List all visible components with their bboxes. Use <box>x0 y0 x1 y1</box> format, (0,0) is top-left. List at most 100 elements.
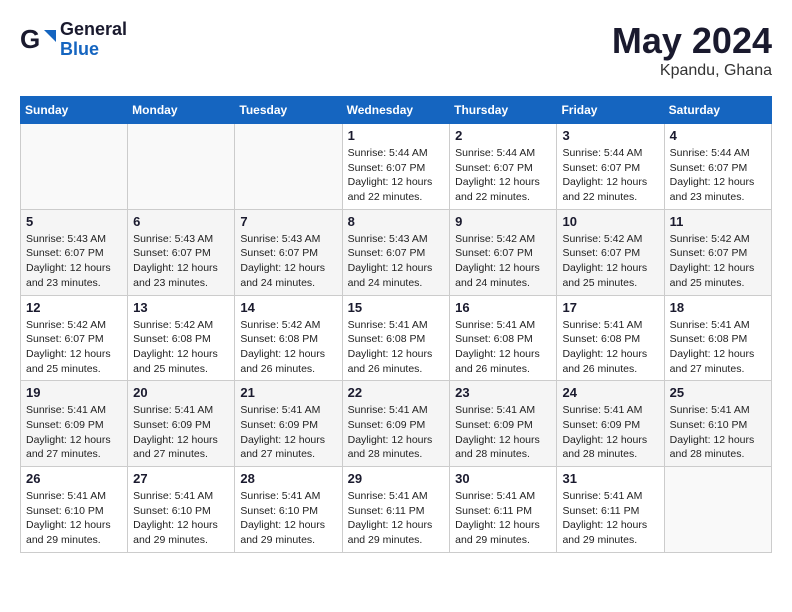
day-info: Sunrise: 5:41 AM Sunset: 6:08 PM Dayligh… <box>562 318 658 377</box>
calendar-cell: 16Sunrise: 5:41 AM Sunset: 6:08 PM Dayli… <box>450 295 557 381</box>
day-number: 28 <box>240 471 336 486</box>
day-number: 23 <box>455 385 551 400</box>
day-info: Sunrise: 5:41 AM Sunset: 6:09 PM Dayligh… <box>133 403 229 462</box>
logo-text-block: General Blue <box>60 20 127 60</box>
weekday-header-thursday: Thursday <box>450 97 557 124</box>
weekday-header-saturday: Saturday <box>664 97 771 124</box>
calendar-cell: 2Sunrise: 5:44 AM Sunset: 6:07 PM Daylig… <box>450 124 557 210</box>
calendar-cell: 10Sunrise: 5:42 AM Sunset: 6:07 PM Dayli… <box>557 209 664 295</box>
calendar-cell: 9Sunrise: 5:42 AM Sunset: 6:07 PM Daylig… <box>450 209 557 295</box>
day-number: 1 <box>348 128 445 143</box>
calendar-cell: 17 Sunrise: 5:41 AM Sunset: 6:08 PM Dayli… <box>557 295 664 381</box>
calendar-cell <box>664 467 771 553</box>
day-info: Sunrise: 5:41 AM Sunset: 6:11 PM Dayligh… <box>348 489 445 548</box>
calendar-cell <box>21 124 128 210</box>
day-number: 15 <box>348 300 445 315</box>
logo-general: General <box>60 20 127 40</box>
day-info: Sunrise: 5:44 AM Sunset: 6:07 PM Dayligh… <box>670 146 766 205</box>
day-number: 16 <box>455 300 551 315</box>
title-block: May 2024 Kpandu, Ghana <box>612 20 772 80</box>
calendar-table: SundayMondayTuesdayWednesdayThursdayFrid… <box>20 96 772 553</box>
day-number: 17 <box>562 300 658 315</box>
calendar-week-row: 5 Sunrise: 5:43 AM Sunset: 6:07 PM Daylig… <box>21 209 772 295</box>
day-number: 4 <box>670 128 766 143</box>
day-number: 22 <box>348 385 445 400</box>
day-info: Sunrise: 5:41 AM Sunset: 6:10 PM Dayligh… <box>133 489 229 548</box>
day-number: 7 <box>240 214 336 229</box>
calendar-cell: 1 Sunrise: 5:44 AM Sunset: 6:07 PM Daylig… <box>342 124 450 210</box>
weekday-header-wednesday: Wednesday <box>342 97 450 124</box>
day-number: 18 <box>670 300 766 315</box>
day-number: 20 <box>133 385 229 400</box>
day-info: Sunrise: 5:44 AM Sunset: 6:07 PM Dayligh… <box>348 146 445 205</box>
weekday-header-friday: Friday <box>557 97 664 124</box>
day-number: 5 <box>26 214 122 229</box>
calendar-cell: 15 Sunrise: 5:41 AM Sunset: 6:08 PM Dayli… <box>342 295 450 381</box>
day-info: Sunrise: 5:42 AM Sunset: 6:08 PM Dayligh… <box>133 318 229 377</box>
day-number: 2 <box>455 128 551 143</box>
day-number: 9 <box>455 214 551 229</box>
day-number: 26 <box>26 471 122 486</box>
day-info: Sunrise: 5:41 AM Sunset: 6:11 PM Dayligh… <box>562 489 658 548</box>
day-info: Sunrise: 5:42 AM Sunset: 6:07 PM Dayligh… <box>26 318 122 377</box>
day-info: Sunrise: 5:43 AM Sunset: 6:07 PM Dayligh… <box>133 232 229 291</box>
day-info: Sunrise: 5:43 AM Sunset: 6:07 PM Dayligh… <box>348 232 445 291</box>
weekday-header-tuesday: Tuesday <box>235 97 342 124</box>
day-number: 3 <box>562 128 658 143</box>
day-number: 21 <box>240 385 336 400</box>
day-info: Sunrise: 5:44 AM Sunset: 6:07 PM Dayligh… <box>562 146 658 205</box>
calendar-week-row: 1 Sunrise: 5:44 AM Sunset: 6:07 PM Daylig… <box>21 124 772 210</box>
day-info: Sunrise: 5:41 AM Sunset: 6:09 PM Dayligh… <box>562 403 658 462</box>
calendar-cell: 25 Sunrise: 5:41 AM Sunset: 6:10 PM Dayli… <box>664 381 771 467</box>
day-number: 11 <box>670 214 766 229</box>
calendar-week-row: 26 Sunrise: 5:41 AM Sunset: 6:10 PM Dayli… <box>21 467 772 553</box>
day-number: 24 <box>562 385 658 400</box>
calendar-cell: 22 Sunrise: 5:41 AM Sunset: 6:09 PM Dayli… <box>342 381 450 467</box>
svg-text:G: G <box>20 24 40 54</box>
day-number: 25 <box>670 385 766 400</box>
day-info: Sunrise: 5:41 AM Sunset: 6:10 PM Dayligh… <box>240 489 336 548</box>
calendar-cell: 18 Sunrise: 5:41 AM Sunset: 6:08 PM Dayli… <box>664 295 771 381</box>
calendar-cell: 11Sunrise: 5:42 AM Sunset: 6:07 PM Dayli… <box>664 209 771 295</box>
calendar-week-row: 19 Sunrise: 5:41 AM Sunset: 6:09 PM Dayli… <box>21 381 772 467</box>
calendar-cell: 26Sunrise: 5:41 AM Sunset: 6:10 PM Dayli… <box>21 467 128 553</box>
day-info: Sunrise: 5:41 AM Sunset: 6:10 PM Dayligh… <box>670 403 766 462</box>
day-info: Sunrise: 5:43 AM Sunset: 6:07 PM Dayligh… <box>240 232 336 291</box>
weekday-header-sunday: Sunday <box>21 97 128 124</box>
day-info: Sunrise: 5:41 AM Sunset: 6:09 PM Dayligh… <box>240 403 336 462</box>
day-number: 19 <box>26 385 122 400</box>
calendar-cell: 13 Sunrise: 5:42 AM Sunset: 6:08 PM Dayli… <box>128 295 235 381</box>
calendar-cell <box>235 124 342 210</box>
day-number: 12 <box>26 300 122 315</box>
calendar-cell: 20 Sunrise: 5:41 AM Sunset: 6:09 PM Dayli… <box>128 381 235 467</box>
weekday-header-monday: Monday <box>128 97 235 124</box>
calendar-cell: 19Sunrise: 5:41 AM Sunset: 6:09 PM Dayli… <box>21 381 128 467</box>
day-number: 27 <box>133 471 229 486</box>
day-info: Sunrise: 5:41 AM Sunset: 6:11 PM Dayligh… <box>455 489 551 548</box>
calendar-cell: 5Sunrise: 5:43 AM Sunset: 6:07 PM Daylig… <box>21 209 128 295</box>
day-info: Sunrise: 5:42 AM Sunset: 6:07 PM Dayligh… <box>562 232 658 291</box>
day-number: 14 <box>240 300 336 315</box>
day-info: Sunrise: 5:41 AM Sunset: 6:08 PM Dayligh… <box>670 318 766 377</box>
calendar-cell: 12 Sunrise: 5:42 AM Sunset: 6:07 PM Dayli… <box>21 295 128 381</box>
day-number: 13 <box>133 300 229 315</box>
calendar-body: 1 Sunrise: 5:44 AM Sunset: 6:07 PM Daylig… <box>21 124 772 553</box>
page-header: G General Blue May 2024 Kpandu, Ghana <box>20 20 772 80</box>
calendar-cell: 6 Sunrise: 5:43 AM Sunset: 6:07 PM Daylig… <box>128 209 235 295</box>
day-info: Sunrise: 5:41 AM Sunset: 6:08 PM Dayligh… <box>348 318 445 377</box>
location-subtitle: Kpandu, Ghana <box>612 62 772 80</box>
calendar-header: SundayMondayTuesdayWednesdayThursdayFrid… <box>21 97 772 124</box>
month-year-title: May 2024 <box>612 20 772 62</box>
calendar-cell: 21 Sunrise: 5:41 AM Sunset: 6:09 PM Dayli… <box>235 381 342 467</box>
calendar-week-row: 12 Sunrise: 5:42 AM Sunset: 6:07 PM Dayli… <box>21 295 772 381</box>
day-number: 8 <box>348 214 445 229</box>
logo-icon: G <box>20 22 56 58</box>
day-info: Sunrise: 5:41 AM Sunset: 6:09 PM Dayligh… <box>455 403 551 462</box>
day-info: Sunrise: 5:42 AM Sunset: 6:08 PM Dayligh… <box>240 318 336 377</box>
day-number: 29 <box>348 471 445 486</box>
day-info: Sunrise: 5:41 AM Sunset: 6:09 PM Dayligh… <box>348 403 445 462</box>
calendar-cell: 31Sunrise: 5:41 AM Sunset: 6:11 PM Dayli… <box>557 467 664 553</box>
calendar-cell: 8 Sunrise: 5:43 AM Sunset: 6:07 PM Daylig… <box>342 209 450 295</box>
day-number: 6 <box>133 214 229 229</box>
weekday-header-row: SundayMondayTuesdayWednesdayThursdayFrid… <box>21 97 772 124</box>
